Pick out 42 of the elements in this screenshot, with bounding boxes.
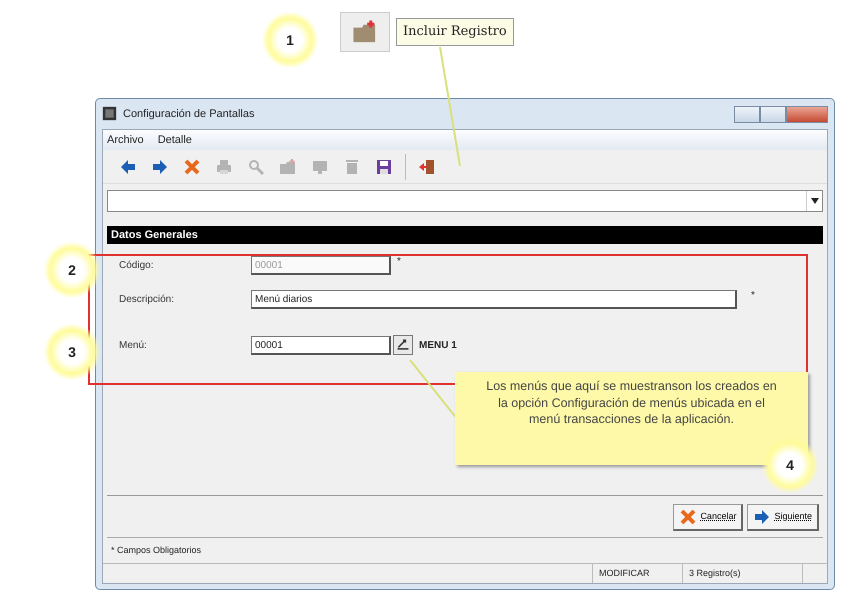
close-button[interactable] bbox=[786, 106, 828, 122]
step-number: 1 bbox=[262, 12, 318, 68]
lookup-value: MENU 1 bbox=[419, 338, 457, 352]
input-field[interactable]: 00001 bbox=[251, 336, 391, 354]
lookup-icon bbox=[396, 338, 410, 352]
dropdown-field[interactable] bbox=[107, 190, 823, 212]
dropdown-arrow-icon bbox=[810, 198, 818, 204]
minimize-button[interactable] bbox=[734, 106, 760, 122]
folder-icon bbox=[352, 19, 378, 45]
menu-item[interactable]: Detalle bbox=[158, 132, 192, 148]
right-arrow-icon bbox=[151, 158, 169, 176]
field-label: Descripción: bbox=[119, 292, 176, 306]
save-icon bbox=[375, 158, 393, 176]
exit-door-icon bbox=[418, 158, 436, 176]
delete-icon bbox=[679, 508, 698, 526]
left-arrow-icon bbox=[119, 158, 137, 176]
search-icon bbox=[247, 158, 265, 176]
cancel-button[interactable]: Cancelar bbox=[673, 504, 744, 530]
trash-icon bbox=[343, 158, 361, 176]
next-button[interactable]: Siguiente bbox=[747, 504, 819, 530]
field-label: Menú: bbox=[119, 338, 148, 352]
step-number: 4 bbox=[762, 437, 818, 493]
printer-icon bbox=[215, 158, 233, 176]
input-field[interactable]: Menú diarios bbox=[251, 290, 737, 308]
required-mark: * bbox=[751, 289, 755, 303]
tooltip: Incluir Registro bbox=[396, 18, 514, 46]
step-number: 3 bbox=[44, 324, 100, 380]
maximize-button[interactable] bbox=[760, 106, 786, 122]
field-label: Código: bbox=[119, 258, 154, 272]
app-icon bbox=[102, 106, 117, 122]
step-number: 2 bbox=[44, 242, 100, 298]
required-mark: * bbox=[397, 255, 401, 269]
folder-icon bbox=[279, 158, 297, 176]
menu-item[interactable]: Archivo bbox=[107, 132, 144, 148]
window-title: Configuración de Pantallas bbox=[123, 106, 254, 122]
section-header: Datos Generales bbox=[107, 226, 823, 244]
status-panel: 3 Registro(s) bbox=[683, 564, 803, 583]
right-arrow-icon bbox=[753, 508, 772, 526]
delete-icon bbox=[183, 158, 201, 176]
required-fields-note: * Campos Obligatorios bbox=[107, 536, 823, 563]
lookup-button[interactable] bbox=[393, 335, 413, 355]
status-panel: MODIFICAR bbox=[593, 564, 683, 583]
